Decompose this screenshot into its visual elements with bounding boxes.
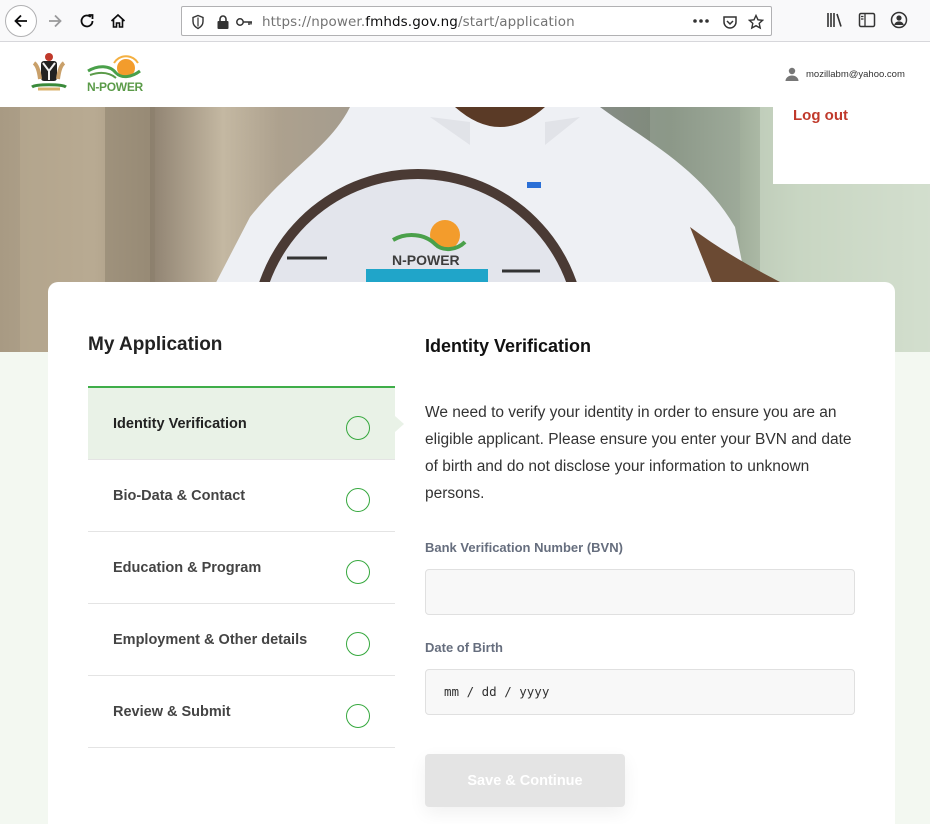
- user-icon: [785, 67, 799, 81]
- section-description: We need to verify your identity in order…: [425, 404, 852, 502]
- step-status-circle-icon: [346, 632, 370, 656]
- url-host: fmhds.gov.ng: [365, 14, 458, 30]
- step-status-circle-icon: [346, 704, 370, 728]
- save-continue-button[interactable]: Save & Continue: [425, 754, 625, 807]
- step-label: Employment & Other details: [113, 632, 308, 648]
- user-menu[interactable]: mozillabm@yahoo.com: [784, 67, 905, 81]
- bvn-label: Bank Verification Number (BVN): [425, 540, 623, 555]
- dob-label: Date of Birth: [425, 640, 503, 655]
- reload-button[interactable]: [72, 6, 102, 36]
- step-education-program[interactable]: Education & Program: [88, 532, 395, 604]
- url-prefix: https://npower.: [262, 14, 366, 30]
- back-button[interactable]: [5, 5, 37, 37]
- npower-logo-text: N-POWER: [87, 80, 143, 94]
- browser-toolbar: https://npower.fmhds.gov.ng/start/applic…: [0, 0, 930, 42]
- library-icon[interactable]: [826, 11, 844, 29]
- arrow-left-icon: [14, 14, 27, 28]
- application-card: My Application Identity Verification Bio…: [48, 282, 895, 824]
- shield-icon[interactable]: [190, 14, 206, 30]
- url-text[interactable]: https://npower.fmhds.gov.ng/start/applic…: [262, 14, 575, 30]
- logout-link[interactable]: Log out: [793, 107, 848, 124]
- step-label: Identity Verification: [113, 416, 247, 432]
- step-label: Bio-Data & Contact: [113, 488, 246, 504]
- step-review-submit[interactable]: Review & Submit: [88, 676, 395, 748]
- user-email: mozillabm@yahoo.com: [806, 68, 905, 80]
- account-icon[interactable]: [890, 11, 908, 29]
- npower-sun-logo[interactable]: [86, 53, 144, 83]
- step-status-circle-icon: [346, 560, 370, 584]
- home-icon: [110, 13, 126, 28]
- reload-icon: [80, 14, 94, 28]
- lock-icon[interactable]: [216, 14, 230, 30]
- step-label: Review & Submit: [113, 704, 231, 720]
- forward-button[interactable]: [40, 6, 70, 36]
- arrow-right-icon: [49, 14, 62, 28]
- step-status-circle-icon: [346, 416, 370, 440]
- dob-input[interactable]: mm / dd / yyyy: [425, 669, 855, 715]
- step-employment-other-details[interactable]: Employment & Other details: [88, 604, 395, 676]
- section-title: Identity Verification: [425, 336, 592, 356]
- pocket-icon[interactable]: [722, 14, 738, 30]
- sidebar-icon[interactable]: [858, 11, 876, 29]
- user-dropdown: Log out: [773, 94, 930, 184]
- sidebar-title: My Application: [88, 334, 223, 355]
- bookmark-star-icon[interactable]: [748, 14, 764, 30]
- coat-of-arms-logo[interactable]: [26, 51, 72, 93]
- step-label: Education & Program: [113, 560, 262, 576]
- home-button[interactable]: [103, 6, 133, 36]
- step-status-circle-icon: [346, 488, 370, 512]
- application-steps: Identity Verification Bio-Data & Contact…: [88, 386, 404, 748]
- bvn-input[interactable]: [425, 569, 855, 615]
- step-bio-data-contact[interactable]: Bio-Data & Contact: [88, 460, 395, 532]
- address-bar[interactable]: https://npower.fmhds.gov.ng/start/applic…: [181, 6, 772, 36]
- more-actions-icon[interactable]: [692, 17, 710, 25]
- dob-placeholder: mm / dd / yyyy: [444, 684, 550, 699]
- key-icon[interactable]: [235, 14, 253, 30]
- step-identity-verification[interactable]: Identity Verification: [88, 388, 404, 460]
- hero-sign-text: N-POWER: [392, 252, 460, 268]
- url-path: /start/application: [457, 14, 575, 30]
